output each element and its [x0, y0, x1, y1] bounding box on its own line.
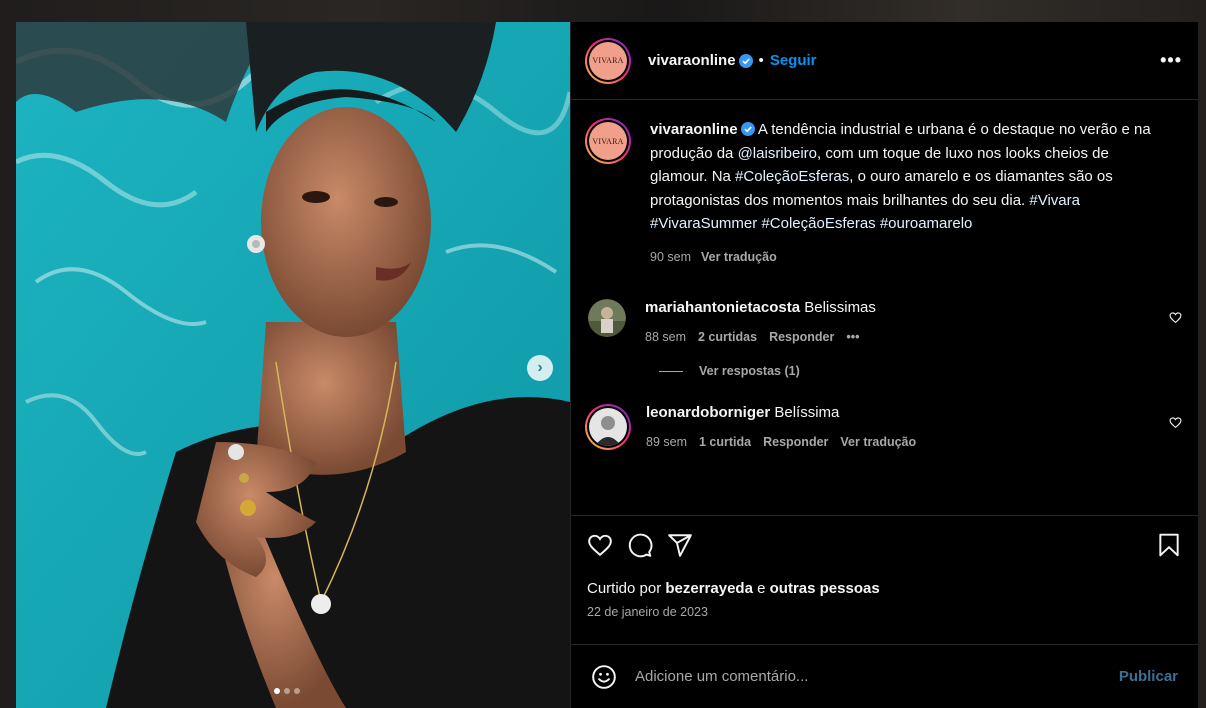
replies-divider [659, 370, 683, 372]
caption-avatar-logo: VIVARA [589, 122, 627, 160]
caption-meta: 90 sem Ver tradução [650, 246, 1160, 270]
comment-input[interactable] [635, 668, 1119, 685]
header-separator: • [758, 52, 764, 69]
post-modal: › VIVARA vivaraonline • Seguir ••• VIVAR… [16, 22, 1198, 708]
comment-item: leonardoborniger Belíssima 89 sem 1 curt… [585, 404, 1182, 450]
carousel-dot-1 [274, 688, 280, 694]
commenter-avatar[interactable] [588, 299, 626, 337]
comment-translate-link[interactable]: Ver tradução [840, 435, 916, 449]
comment-age[interactable]: 89 sem [646, 435, 687, 449]
next-image-button[interactable]: › [527, 355, 553, 381]
photo-illustration [16, 22, 570, 708]
verified-badge-icon [738, 53, 753, 68]
comment-body: leonardoborniger Belíssima 89 sem 1 curt… [646, 404, 916, 450]
comment-meta: 88 sem 2 curtidas Responder ••• [645, 330, 876, 344]
heart-icon[interactable] [1169, 416, 1182, 429]
author-avatar[interactable]: VIVARA [585, 37, 631, 84]
bookmark-icon[interactable] [1156, 532, 1182, 558]
caption-author-avatar[interactable]: VIVARA [585, 118, 631, 164]
avatar-brand-logo: VIVARA [589, 41, 627, 80]
post-actions: Curtido por bezerrayeda e outras pessoas… [571, 515, 1198, 644]
caption-username[interactable]: vivaraonline [650, 121, 738, 138]
caption-age[interactable]: 90 sem [650, 246, 691, 270]
carousel-dot-3 [294, 688, 300, 694]
post-details-panel: VIVARA vivaraonline • Seguir ••• VIVARA [570, 22, 1198, 708]
post-date[interactable]: 22 de janeiro de 2023 [587, 605, 1182, 619]
post-options-icon[interactable]: ••• [1160, 50, 1182, 71]
avatar-gap: VIVARA [587, 39, 629, 82]
commenter-avatar[interactable] [585, 404, 631, 450]
liked-by-user-link[interactable]: bezerrayeda [665, 580, 753, 597]
comment-item: mariahantonietacosta Belissimas 88 sem 2… [585, 299, 1182, 344]
comment-text: Belíssima [774, 404, 840, 421]
liked-prefix: Curtido por [587, 580, 666, 597]
emoji-icon[interactable] [591, 664, 617, 690]
action-bar [587, 530, 1182, 560]
caption-avatar-gap: VIVARA [587, 120, 629, 162]
comment-bubble-icon[interactable] [627, 532, 653, 558]
caption: VIVARA vivaraonline A tendência industri… [585, 118, 1182, 269]
hashtag-link[interactable]: #ColeçãoEsferas [735, 168, 849, 185]
comment-composer: Publicar [571, 644, 1198, 708]
share-send-icon[interactable] [667, 532, 693, 558]
hashtag-link[interactable]: #VivaraSummer [650, 215, 757, 232]
liked-mid: e [752, 580, 770, 597]
author-username[interactable]: vivaraonline [648, 52, 736, 69]
reply-button[interactable]: Responder [769, 330, 834, 344]
comment-meta: 89 sem 1 curtida Responder Ver tradução [646, 435, 916, 449]
carousel-indicator [274, 688, 300, 694]
mention-link[interactable]: @laisribeiro [738, 145, 817, 162]
post-image[interactable]: › [16, 22, 570, 708]
view-replies-link[interactable]: Ver respostas (1) [659, 364, 1182, 378]
hashtag-link[interactable]: #Vivara [1029, 192, 1080, 209]
caption-translate-link[interactable]: Ver tradução [701, 246, 777, 270]
reply-button[interactable]: Responder [763, 435, 828, 449]
comment-likes-count[interactable]: 2 curtidas [698, 330, 757, 344]
comments-list[interactable]: VIVARA vivaraonline A tendência industri… [571, 100, 1198, 515]
like-heart-icon[interactable] [587, 532, 613, 558]
view-replies-label: Ver respostas (1) [699, 364, 800, 378]
publish-button[interactable]: Publicar [1119, 668, 1178, 685]
commenter-photo [589, 408, 627, 446]
comment-body: mariahantonietacosta Belissimas 88 sem 2… [645, 299, 876, 344]
heart-icon[interactable] [1169, 311, 1182, 324]
comment-age[interactable]: 88 sem [645, 330, 686, 344]
commenter-username[interactable]: leonardoborniger [646, 404, 770, 421]
liked-by-others-link[interactable]: outras pessoas [770, 580, 880, 597]
comment-text: Belissimas [804, 299, 876, 316]
hashtag-link[interactable]: #ouroamarelo [880, 215, 973, 232]
commenter-username[interactable]: mariahantonietacosta [645, 299, 800, 316]
follow-button[interactable]: Seguir [770, 52, 817, 69]
verified-badge-icon [740, 122, 755, 136]
post-header: VIVARA vivaraonline • Seguir ••• [571, 22, 1198, 100]
comment-options-icon[interactable]: ••• [846, 330, 859, 344]
commenter-avatar-gap [587, 406, 629, 448]
caption-body: vivaraonline A tendência industrial e ur… [650, 118, 1160, 269]
liked-by-summary: Curtido por bezerrayeda e outras pessoas [587, 580, 1182, 597]
chevron-right-icon: › [537, 359, 543, 376]
author-info: vivaraonline • Seguir [648, 52, 817, 69]
carousel-dot-2 [284, 688, 290, 694]
hashtag-link[interactable]: #ColeçãoEsferas [761, 215, 875, 232]
comment-likes-count[interactable]: 1 curtida [699, 435, 751, 449]
